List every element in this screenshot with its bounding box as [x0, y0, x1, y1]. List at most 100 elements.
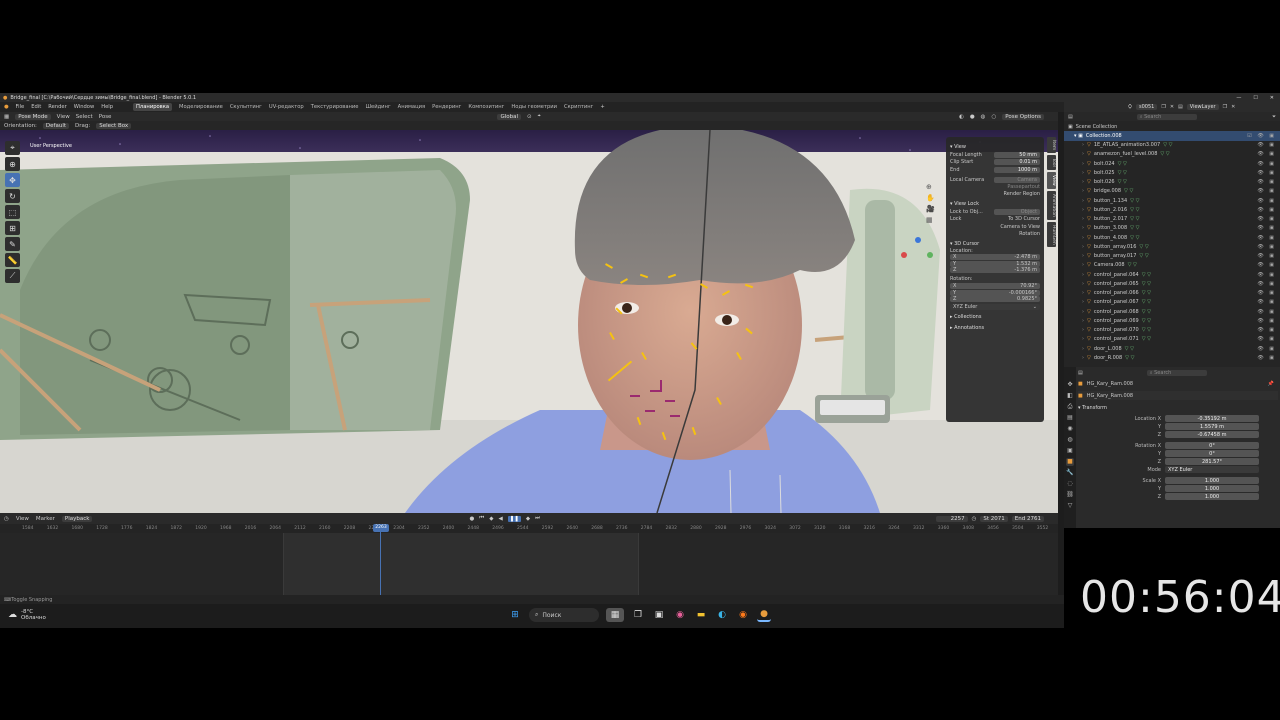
menu-window[interactable]: Window	[74, 104, 94, 110]
new-scene-icon[interactable]: ❐	[1161, 104, 1165, 110]
workspace-tab-geometry-nodes[interactable]: Ноды геометрии	[511, 104, 557, 110]
sidebar-tab-humgen[interactable]: HumGen	[1047, 221, 1056, 248]
outliner-item[interactable]: › ▽ bridge.008 ▽ ▽ 👁 ▣	[1064, 187, 1280, 196]
playhead-line[interactable]	[380, 524, 381, 595]
workspace-tab-sculpting[interactable]: Скульптинг	[230, 104, 262, 110]
outliner-item[interactable]: › ▽ bolt.026 ▽ ▽ 👁 ▣	[1064, 178, 1280, 187]
workspace-tab-texture[interactable]: Текстурирование	[311, 104, 359, 110]
visibility-icons[interactable]: 👁 ▣	[1257, 161, 1280, 167]
outliner-item[interactable]: › ▽ control_panel.070 ▽ ▽ 👁 ▣	[1064, 326, 1280, 335]
collection-row[interactable]: ▾ ▣ Collection.008 ☑ 👁 ▣	[1064, 131, 1280, 141]
pan-icon[interactable]: ✋	[926, 194, 935, 202]
location-z-field[interactable]: -0.67458 m	[1165, 431, 1259, 438]
view-lock-section-header[interactable]: ▾ View Lock	[950, 200, 1040, 208]
measure-tool-icon[interactable]: 📏	[5, 253, 20, 267]
menu-help[interactable]: Help	[101, 104, 113, 110]
task-view-icon[interactable]: ❐	[631, 608, 645, 622]
sidebar-tab-animation[interactable]: Animation	[1047, 190, 1056, 220]
properties-search-input[interactable]: ⌕ Search	[1146, 370, 1207, 376]
add-workspace-icon[interactable]: +	[600, 104, 604, 110]
minimize-button[interactable]: —	[1236, 95, 1241, 101]
visibility-icons[interactable]: 👁 ▣	[1257, 336, 1280, 342]
view-layer-select[interactable]: ViewLayer	[1186, 104, 1219, 110]
menu-edit[interactable]: Edit	[31, 104, 41, 110]
filter-icon[interactable]: ⏷	[1272, 114, 1280, 120]
pose-options-button[interactable]: Pose Options	[1002, 113, 1044, 120]
lock-to-object-field[interactable]: Object	[994, 209, 1040, 216]
visibility-icons[interactable]: 👁 ▣	[1257, 244, 1280, 250]
playhead-frame-label[interactable]: 2263	[373, 524, 389, 532]
clip-start-field[interactable]: 0.01 m	[994, 159, 1040, 166]
modifier-props-icon[interactable]: 🔧	[1066, 469, 1074, 477]
cursor-location-y[interactable]: Y 1.532 m	[950, 260, 1040, 267]
menu-file[interactable]: File	[16, 104, 25, 110]
visibility-icons[interactable]: 👁 ▣	[1257, 299, 1280, 305]
rotation-x-field[interactable]: 0°	[1165, 442, 1259, 449]
cursor-rotation-x[interactable]: X 70.92°	[950, 283, 1040, 290]
timeline-editor-icon[interactable]: ◷	[4, 516, 9, 522]
focal-length-field[interactable]: 50 mm	[994, 152, 1040, 159]
transform-panel-header[interactable]: ▾ Transform	[1078, 405, 1278, 411]
orientation-select[interactable]: Default	[42, 122, 70, 129]
visibility-icons[interactable]: 👁 ▣	[1257, 207, 1280, 213]
record-icon[interactable]: ●	[469, 516, 474, 522]
timeline-menu-marker[interactable]: Marker	[36, 516, 55, 522]
scene-collection-row[interactable]: ▣ Scene Collection	[1064, 122, 1280, 131]
sidebar-tab-tool[interactable]: Tool	[1047, 155, 1056, 170]
prev-keyframe-icon[interactable]: ◆	[489, 516, 493, 522]
next-keyframe-icon[interactable]: ◆	[526, 516, 530, 522]
collection-props-icon[interactable]: ▣	[1066, 447, 1074, 455]
menu-render[interactable]: Render	[48, 104, 66, 110]
transform-tool-icon[interactable]: ⊞	[5, 221, 20, 235]
current-frame-field[interactable]: 2257	[935, 515, 968, 522]
view-section-header[interactable]: ▾ View	[950, 143, 1040, 151]
overlay-icon[interactable]: ◐	[959, 114, 964, 120]
visibility-icons[interactable]: 👁 ▣	[1257, 198, 1280, 204]
transform-orientation-select[interactable]: Global	[497, 113, 521, 120]
lock-rotation-checkbox[interactable]: Rotation	[1019, 231, 1040, 237]
bone-tool-icon[interactable]: ⟋	[5, 269, 20, 283]
workspace-tab-rendering[interactable]: Рендеринг	[432, 104, 461, 110]
rotation-y-field[interactable]: 0°	[1165, 450, 1259, 457]
rotation-z-field[interactable]: 281.57°	[1165, 458, 1259, 465]
maximize-button[interactable]: ☐	[1253, 95, 1257, 101]
visibility-icons[interactable]: 👁 ▣	[1257, 272, 1280, 278]
outliner-item[interactable]: › ▽ button_1.134 ▽ ▽ 👁 ▣	[1064, 196, 1280, 205]
end-frame-field[interactable]: End 2761	[1011, 515, 1044, 522]
menu-view[interactable]: View	[57, 114, 70, 120]
sidebar-tab-item[interactable]: Item	[1047, 137, 1056, 154]
visibility-icons[interactable]: 👁 ▣	[1257, 262, 1280, 268]
menu-select[interactable]: Select	[76, 114, 93, 120]
scale-tool-icon[interactable]: ⬚	[5, 205, 20, 219]
outliner-item[interactable]: › ▽ control_panel.068 ▽ ▽ 👁 ▣	[1064, 307, 1280, 316]
location-x-field[interactable]: -0.35192 m	[1165, 415, 1259, 422]
visibility-icons[interactable]: 👁 ▣	[1257, 355, 1280, 361]
outliner-item[interactable]: › ▽ button_array.017 ▽ ▽ 👁 ▣	[1064, 252, 1280, 261]
properties-editor-icon[interactable]: ▤	[1078, 370, 1083, 376]
mode-select[interactable]: Pose Mode	[15, 113, 51, 120]
outliner-item[interactable]: › ▽ button_2.017 ▽ ▽ 👁 ▣	[1064, 215, 1280, 224]
outliner-item[interactable]: › ▽ button_4.008 ▽ ▽ 👁 ▣	[1064, 233, 1280, 242]
outliner-item[interactable]: › ▽ control_panel.067 ▽ ▽ 👁 ▣	[1064, 298, 1280, 307]
jump-end-icon[interactable]: ⏭	[535, 515, 540, 522]
object-props-icon[interactable]: ■	[1066, 458, 1074, 466]
shading-rendered-icon[interactable]: ○	[991, 114, 996, 120]
explorer-icon[interactable]: ▬	[694, 608, 708, 622]
sidebar-tab-view[interactable]: View	[1047, 172, 1056, 189]
scene-select[interactable]: s0051	[1136, 104, 1158, 110]
visibility-icons[interactable]: 👁 ▣	[1257, 253, 1280, 259]
outliner-item[interactable]: › ▽ door_L.008 ▽ ▽ 👁 ▣	[1064, 344, 1280, 353]
snap-icon[interactable]: ⌖	[538, 113, 541, 120]
visibility-icons[interactable]: 👁 ▣	[1257, 216, 1280, 222]
render-props-icon[interactable]: ◧	[1066, 392, 1074, 400]
display-mode-icon[interactable]: ▤	[1068, 114, 1073, 120]
tweak-tool-icon[interactable]: ⌖	[5, 141, 20, 155]
perspective-icon[interactable]: ▦	[926, 216, 935, 224]
scale-x-field[interactable]: 1.000	[1165, 477, 1259, 484]
outliner-item[interactable]: › ▽ bolt.025 ▽ ▽ 👁 ▣	[1064, 168, 1280, 177]
workspace-tab-modeling[interactable]: Моделирование	[179, 104, 223, 110]
pin-icon[interactable]: 📌	[1268, 381, 1278, 387]
pivot-icon[interactable]: ⊙	[527, 114, 532, 120]
firefox-icon[interactable]: ◉	[736, 608, 750, 622]
view-layer-props-icon[interactable]: ▤	[1066, 414, 1074, 422]
